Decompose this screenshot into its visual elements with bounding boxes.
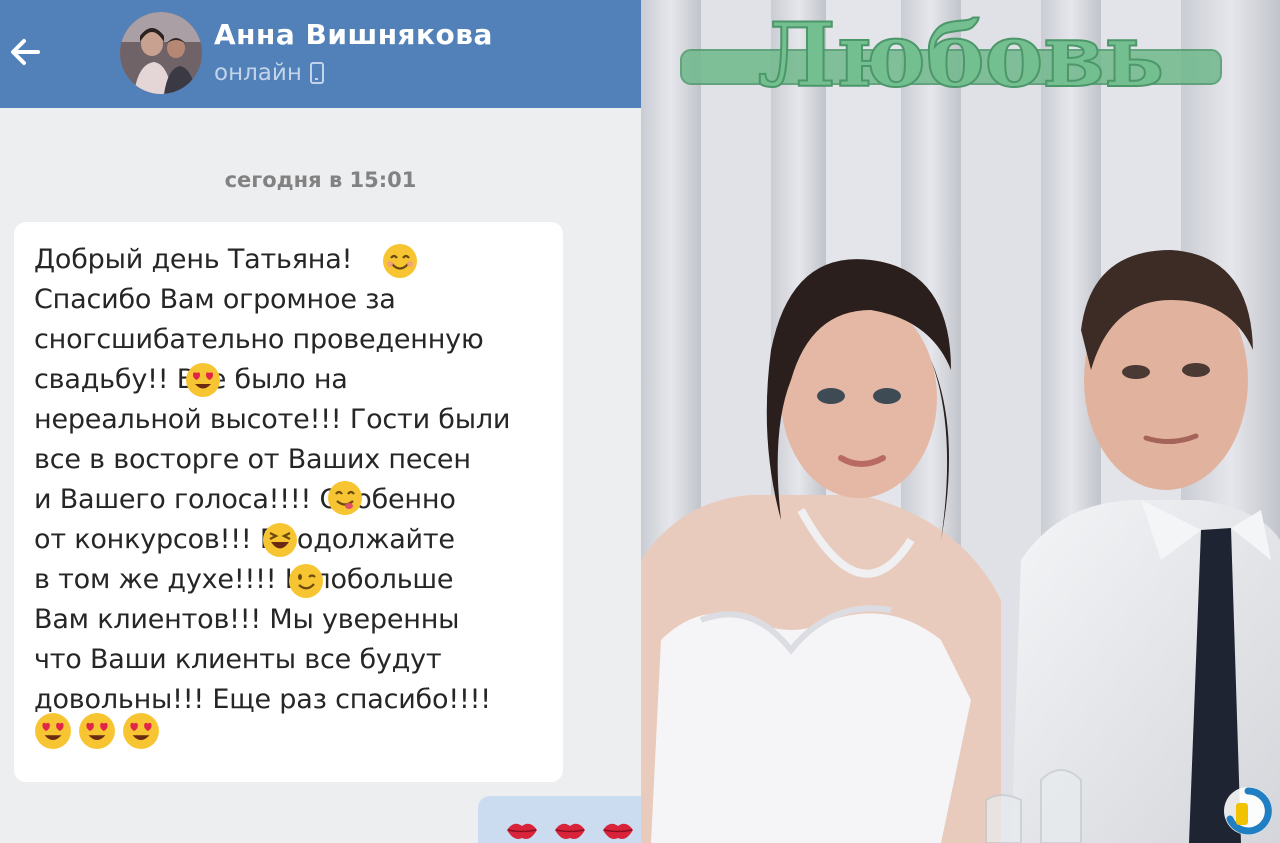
love-sign: Любовь xyxy=(680,2,1222,108)
heart-eyes-emoji xyxy=(79,713,115,749)
heart-eyes-emoji xyxy=(186,363,220,397)
yum-face-emoji xyxy=(328,481,362,515)
kiss-lips-emoji xyxy=(507,823,537,839)
winking-face-emoji xyxy=(289,564,323,598)
chat-header: Анна Вишнякова онлайн xyxy=(0,0,641,108)
avatar[interactable] xyxy=(120,12,202,94)
avatar-photo xyxy=(120,12,202,94)
chat-screen: Анна Вишнякова онлайн сегодня в 15:01 До… xyxy=(0,0,641,843)
status-text: онлайн xyxy=(214,60,302,86)
arrow-left-icon xyxy=(11,39,40,65)
date-separator: сегодня в 15:01 xyxy=(224,168,417,192)
trailing-emoji-row xyxy=(34,712,160,750)
laughing-face-emoji xyxy=(263,523,297,557)
heart-eyes-emoji xyxy=(35,713,71,749)
smiling-face-emoji xyxy=(383,244,417,278)
contact-status: онлайн xyxy=(214,60,324,86)
wedding-photo-illustration: Любовь xyxy=(641,0,1280,843)
wedding-photo: Любовь xyxy=(641,0,1280,843)
back-button[interactable] xyxy=(4,30,48,74)
kiss-lips-emoji xyxy=(603,823,633,839)
contact-name[interactable]: Анна Вишнякова xyxy=(214,18,493,51)
incoming-message-text: Добрый день Татьяна! Спасибо Вам огромно… xyxy=(34,244,511,715)
heart-eyes-emoji xyxy=(123,713,159,749)
site-logo-icon xyxy=(1224,787,1272,835)
kiss-lips-emoji xyxy=(555,823,585,839)
outgoing-emoji-row xyxy=(505,818,635,843)
mobile-phone-icon xyxy=(309,62,324,84)
sign-text: Любовь xyxy=(758,3,1164,107)
